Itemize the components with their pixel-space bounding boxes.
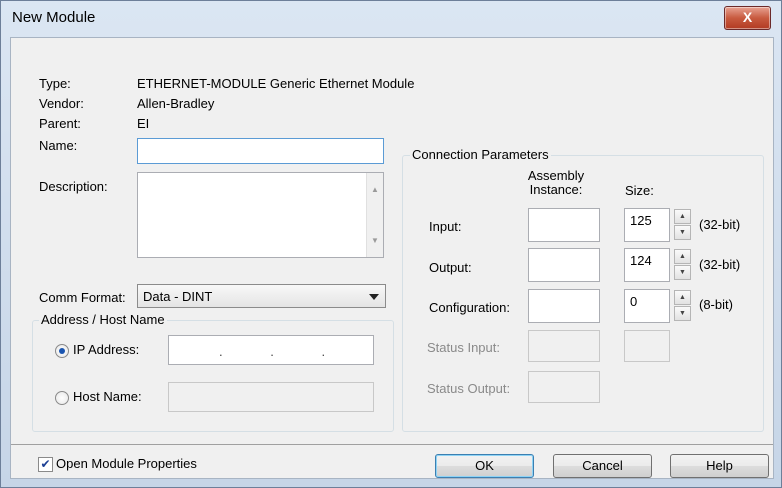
host-name-label[interactable]: Host Name: (73, 389, 142, 404)
comm-format-value: Data - DINT (143, 289, 213, 304)
status-input-label: Status Input: (427, 340, 500, 355)
description-textarea[interactable]: ▲ ▼ (137, 172, 384, 258)
spin-down-icon[interactable]: ▼ (674, 265, 691, 280)
configuration-size-value: 0 (630, 294, 638, 309)
connection-parameters-title: Connection Parameters (410, 147, 551, 162)
status-output-instance-field[interactable] (528, 371, 600, 403)
input-size-field[interactable]: 125 (624, 208, 670, 242)
vendor-value: Allen-Bradley (137, 96, 215, 111)
output-size-field[interactable]: 124 (624, 248, 670, 282)
description-label: Description: (39, 179, 108, 194)
spin-up-icon[interactable]: ▲ (674, 290, 691, 305)
output-size-value: 124 (630, 253, 652, 268)
configuration-label: Configuration: (429, 300, 510, 315)
cancel-button[interactable]: Cancel (553, 454, 652, 478)
comm-format-dropdown[interactable]: Data - DINT (137, 284, 386, 308)
status-input-size-field[interactable] (624, 330, 670, 362)
help-button[interactable]: Help (670, 454, 769, 478)
parent-value: EI (137, 116, 150, 131)
radio-selected-dot (59, 348, 65, 354)
type-value: ETHERNET-MODULE Generic Ethernet Module (137, 76, 415, 91)
title-bar[interactable]: New Module X (1, 1, 781, 33)
dialog-body: Type: ETHERNET-MODULE Generic Ethernet M… (10, 37, 774, 479)
input-instance-field[interactable] (528, 208, 600, 242)
input-size-unit: (32-bit) (699, 217, 741, 232)
chevron-down-icon (369, 294, 379, 300)
address-group-title: Address / Host Name (39, 312, 167, 327)
status-output-label: Status Output: (427, 381, 511, 396)
scroll-down-icon[interactable]: ▼ (367, 236, 383, 245)
ip-address-radio[interactable] (55, 344, 69, 358)
new-module-dialog: New Module X Type: ETHERNET-MODULE Gener… (0, 0, 782, 488)
input-size-spinner[interactable]: ▲ ▼ (674, 209, 691, 240)
configuration-instance-field[interactable] (528, 289, 600, 323)
configuration-size-unit: (8-bit) (699, 297, 733, 312)
ip-address-label[interactable]: IP Address: (73, 342, 139, 357)
vendor-label: Vendor: (39, 96, 84, 111)
footer-separator (11, 444, 773, 445)
output-size-spinner[interactable]: ▲ ▼ (674, 249, 691, 280)
name-label: Name: (39, 138, 78, 153)
spin-up-icon[interactable]: ▲ (674, 209, 691, 224)
spin-down-icon[interactable]: ▼ (674, 306, 691, 321)
assembly-instance-header: Assembly Instance: (527, 168, 585, 197)
ip-address-input[interactable]: . . . (168, 335, 374, 365)
ip-address-value: . . . (219, 344, 348, 359)
host-name-input[interactable] (168, 382, 374, 412)
size-header: Size: (625, 183, 654, 198)
input-label: Input: (429, 219, 462, 234)
parent-label: Parent: (39, 116, 81, 131)
close-button[interactable]: X (724, 6, 771, 30)
output-instance-field[interactable] (528, 248, 600, 282)
configuration-size-field[interactable]: 0 (624, 289, 670, 323)
output-size-unit: (32-bit) (699, 257, 741, 272)
status-input-instance-field[interactable] (528, 330, 600, 362)
output-label: Output: (429, 260, 472, 275)
description-scrollbar[interactable]: ▲ ▼ (366, 173, 383, 257)
scroll-up-icon[interactable]: ▲ (367, 185, 383, 194)
host-name-radio[interactable] (55, 391, 69, 405)
input-size-value: 125 (630, 213, 652, 228)
open-module-properties-label[interactable]: Open Module Properties (56, 456, 197, 471)
name-input[interactable] (137, 138, 384, 164)
ok-button[interactable]: OK (435, 454, 534, 478)
spin-down-icon[interactable]: ▼ (674, 225, 691, 240)
comm-format-label: Comm Format: (39, 290, 126, 305)
open-module-properties-checkbox[interactable]: ✔ (38, 457, 53, 472)
dialog-title: New Module (12, 9, 96, 26)
configuration-size-spinner[interactable]: ▲ ▼ (674, 290, 691, 321)
type-label: Type: (39, 76, 71, 91)
spin-up-icon[interactable]: ▲ (674, 249, 691, 264)
